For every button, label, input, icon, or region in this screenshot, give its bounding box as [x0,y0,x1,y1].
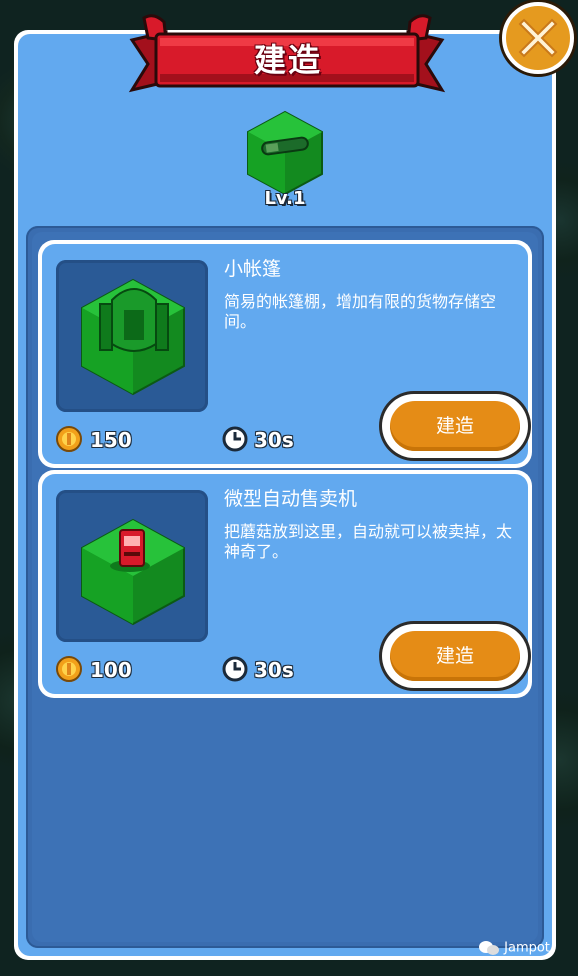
item-cost: 100 [90,658,132,682]
build-button-face: 建造 [390,401,520,451]
watermark-text: Jampot [504,940,550,956]
coin-icon [56,426,82,452]
item-thumbnail [56,260,208,412]
clock-icon [222,426,248,452]
item-description: 把蘑菇放到这里，自动就可以被卖掉，太神奇了。 [224,522,513,561]
build-item-card-body: 小帐篷 简易的帐篷棚，增加有限的货物存储空间。 150 30s 建造 [42,244,528,464]
build-button-label: 建造 [435,645,474,667]
wechat-icon [479,941,499,955]
tent-icon [81,278,185,396]
build-button-label: 建造 [435,415,474,437]
coin-icon [56,656,82,682]
item-name: 小帐篷 [224,258,282,280]
dialog-title: 建造 [253,41,322,79]
close-button[interactable] [502,2,574,74]
build-item-card: 微型自动售卖机 把蘑菇放到这里，自动就可以被卖掉，太神奇了。 100 30s 建… [38,470,532,698]
building-level: Lv.1 [264,188,306,209]
build-button[interactable]: 建造 [382,624,528,688]
item-cost: 150 [90,428,132,452]
build-item-card: 小帐篷 简易的帐篷棚，增加有限的货物存储空间。 150 30s 建造 [38,240,532,468]
build-item-card-body: 微型自动售卖机 把蘑菇放到这里，自动就可以被卖掉，太神奇了。 100 30s 建… [42,474,528,694]
item-description: 简易的帐篷棚，增加有限的货物存储空间。 [224,292,497,331]
building-level-icon [247,110,323,196]
close-icon [518,18,558,58]
item-name: 微型自动售卖机 [224,488,358,510]
item-thumbnail [56,490,208,642]
build-button-face: 建造 [390,631,520,681]
vending-machine-icon [81,518,185,626]
build-button[interactable]: 建造 [382,394,528,458]
item-build-time: 30s [254,428,294,452]
watermark: Jampot [478,940,550,962]
item-build-time: 30s [254,658,294,682]
clock-icon [222,656,248,682]
